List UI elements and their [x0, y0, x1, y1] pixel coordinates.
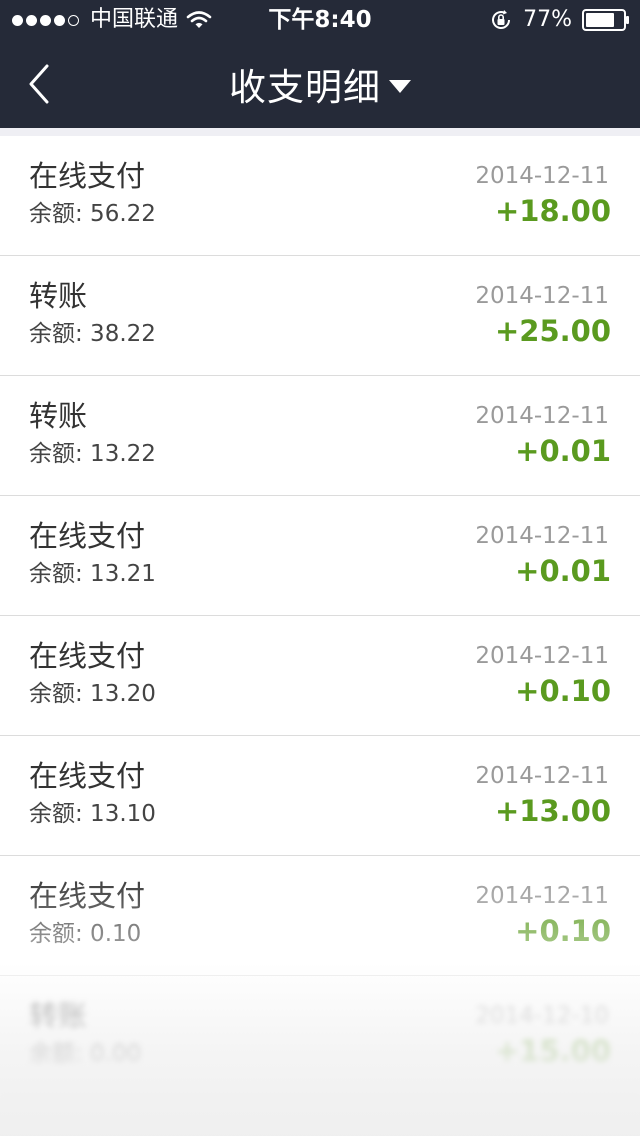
transaction-balance: 余额: 0.10	[29, 921, 142, 947]
status-bar: 中国联通 下午8:40 77%	[0, 0, 640, 40]
transaction-balance: 余额: 0.00	[29, 1041, 142, 1067]
transaction-balance: 余额: 13.21	[29, 561, 156, 587]
transaction-amount: +25.00	[494, 314, 611, 348]
transaction-type: 转账	[29, 399, 88, 433]
status-bar-right: 77%	[489, 0, 630, 40]
transaction-row[interactable]: 转账 余额: 0.00 2014-12-10 +15.00	[0, 976, 640, 1096]
title-dropdown[interactable]: 收支明细	[0, 40, 640, 128]
transaction-type: 转账	[29, 279, 88, 313]
transaction-balance: 余额: 13.22	[29, 441, 156, 467]
transaction-amount: +0.01	[515, 434, 611, 468]
transaction-amount: +0.10	[515, 914, 611, 948]
transaction-row[interactable]: 转账 余额: 38.22 2014-12-11 +25.00	[0, 256, 640, 376]
page-title: 收支明细	[229, 66, 381, 109]
transaction-type: 转账	[29, 999, 88, 1033]
transaction-type: 在线支付	[29, 759, 146, 793]
transaction-row[interactable]: 在线支付 余额: 13.10 2014-12-11 +13.00	[0, 736, 640, 856]
rotation-lock-icon	[492, 10, 511, 29]
transaction-type: 在线支付	[29, 519, 146, 553]
top-bar: 中国联通 下午8:40 77% 收支明细	[0, 0, 640, 128]
transaction-date: 2014-12-11	[475, 403, 609, 429]
transaction-date: 2014-12-11	[475, 763, 609, 789]
transaction-type: 在线支付	[29, 639, 146, 673]
transaction-row[interactable]: 转账 余额: 13.22 2014-12-11 +0.01	[0, 376, 640, 496]
transaction-balance: 余额: 38.22	[29, 321, 156, 347]
battery-percentage: 77%	[523, 7, 572, 32]
transaction-type: 在线支付	[29, 879, 146, 913]
navigation-bar: 收支明细	[0, 40, 640, 128]
transaction-balance: 余额: 56.22	[29, 201, 156, 227]
transaction-list[interactable]: 在线支付 余额: 56.22 2014-12-11 +18.00 转账 余额: …	[0, 136, 640, 1136]
transaction-date: 2014-12-11	[475, 163, 609, 189]
battery-icon	[582, 9, 629, 31]
transaction-amount: +13.00	[494, 794, 611, 828]
transaction-date: 2014-12-11	[475, 283, 609, 309]
transaction-amount: +0.01	[515, 554, 611, 588]
transaction-amount: +15.00	[494, 1034, 611, 1068]
transaction-amount: +0.10	[515, 674, 611, 708]
transaction-date: 2014-12-11	[475, 523, 609, 549]
transaction-date: 2014-12-11	[475, 883, 609, 909]
transaction-balance: 余额: 13.10	[29, 801, 156, 827]
transaction-row[interactable]: 在线支付 余额: 13.20 2014-12-11 +0.10	[0, 616, 640, 736]
transaction-amount: +18.00	[494, 194, 611, 228]
transaction-row[interactable]: 在线支付 余额: 13.21 2014-12-11 +0.01	[0, 496, 640, 616]
transaction-date: 2014-12-11	[475, 643, 609, 669]
transaction-balance: 余额: 13.20	[29, 681, 156, 707]
caret-down-icon	[389, 79, 411, 93]
transaction-date: 2014-12-10	[475, 1003, 609, 1029]
transaction-row[interactable]: 在线支付 余额: 0.10 2014-12-11 +0.10	[0, 856, 640, 976]
transaction-row[interactable]: 在线支付 余额: 56.22 2014-12-11 +18.00	[0, 136, 640, 256]
transaction-type: 在线支付	[29, 159, 146, 193]
